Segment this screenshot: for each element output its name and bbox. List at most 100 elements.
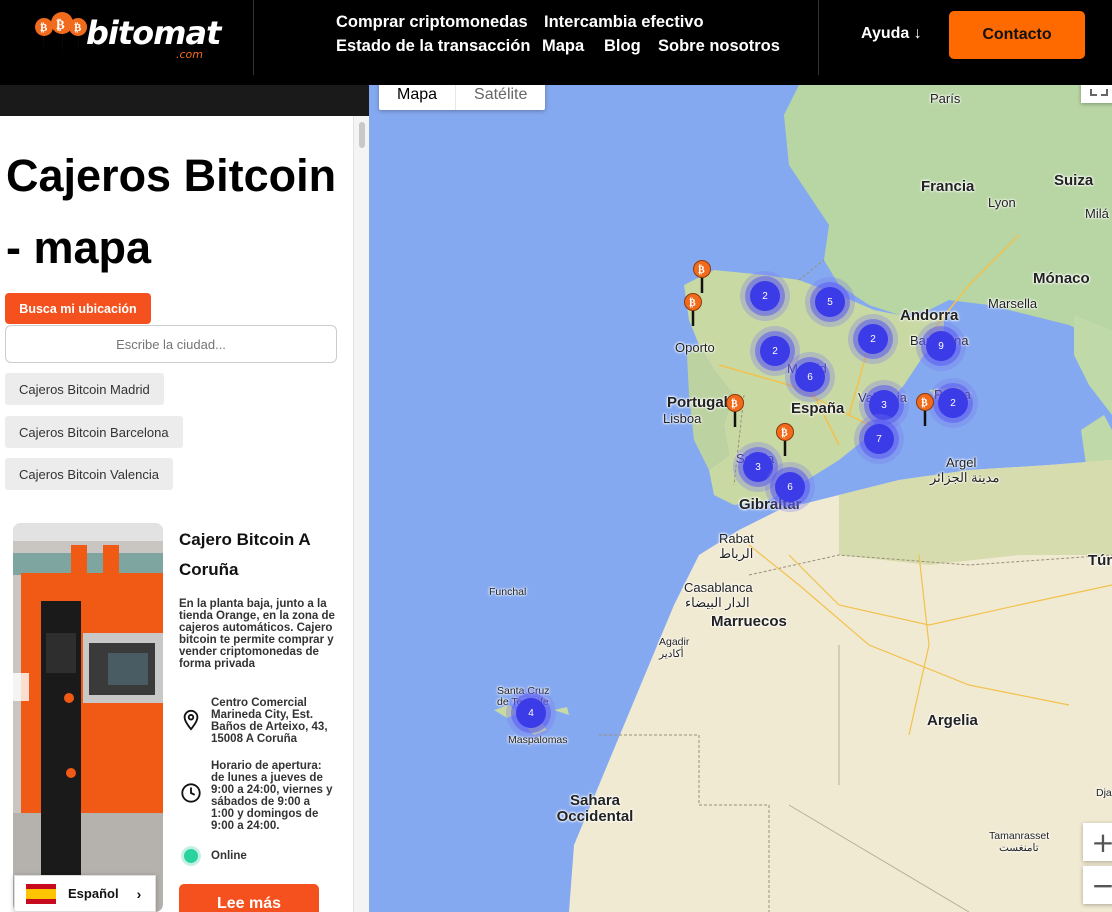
nav-sobre[interactable]: Sobre nosotros (658, 37, 780, 56)
header-divider (818, 0, 819, 75)
page-title: Cajeros Bitcoin - mapa (6, 140, 346, 284)
atm-hours: Horario de apertura: de lunes a jueves d… (211, 760, 336, 832)
atm-cluster[interactable]: 2 (760, 336, 790, 366)
nav-blog[interactable]: Blog (604, 37, 641, 56)
map-label-portugal: Portugal (667, 394, 728, 411)
atm-map[interactable]: París Francia Suiza Lyon Milá Mónaco Mar… (369, 85, 1112, 912)
map-label-casablanca-ar: الدار البيضاء (685, 595, 750, 611)
map-label-dja: Dja (1096, 787, 1112, 799)
atm-cluster[interactable]: 6 (795, 362, 825, 392)
atm-sidebar: Cajeros Bitcoin - mapa Busca mi ubicació… (0, 85, 369, 912)
zoom-in-button[interactable]: + (1083, 823, 1112, 861)
scroll-thumb[interactable] (359, 122, 365, 148)
map-label-marruecos: Marruecos (711, 613, 787, 630)
nav-mapa[interactable]: Mapa (542, 37, 584, 56)
bitcoin-atm-pin-icon[interactable]: ₿ (775, 423, 795, 457)
map-label-marsella: Marsella (988, 296, 1037, 311)
read-more-button[interactable]: Lee más (179, 884, 319, 912)
chip-valencia[interactable]: Cajeros Bitcoin Valencia (5, 458, 173, 490)
map-type-control: Mapa Satélite (379, 85, 545, 110)
fullscreen-button[interactable] (1081, 85, 1112, 103)
logo-pins-icon: ₿ ₿ ₿ (34, 12, 94, 62)
bitcoin-atm-pin-icon[interactable]: ₿ (725, 394, 745, 428)
atm-cluster[interactable]: 6 (775, 472, 805, 502)
atm-description: En la planta baja, junto a la tienda Ora… (179, 598, 339, 670)
map-label-monaco: Mónaco (1033, 270, 1090, 287)
bitcoin-atm-pin-icon[interactable]: ₿ (915, 393, 935, 427)
nav-comprar[interactable]: Comprar criptomonedas (336, 13, 528, 32)
atm-cluster[interactable]: 3 (743, 452, 773, 482)
map-label-casablanca: Casablanca (684, 580, 753, 595)
status-dot (184, 849, 198, 863)
map-label-rabat: Rabat (719, 531, 754, 546)
map-label-argel: Argel (946, 455, 976, 470)
svg-text:₿: ₿ (781, 427, 788, 439)
atm-cluster[interactable]: 7 (864, 424, 894, 454)
bitcoin-atm-pin-icon[interactable]: ₿ (692, 260, 712, 294)
atm-photo[interactable] (13, 523, 163, 912)
language-selector[interactable]: Español › (14, 875, 156, 912)
atm-cluster[interactable]: 5 (815, 287, 845, 317)
location-pin-icon (180, 709, 202, 731)
map-label-paris: París (930, 91, 960, 106)
nav-estado[interactable]: Estado de la transacción (336, 37, 530, 56)
sidebar-scrollbar[interactable] (353, 116, 369, 912)
map-label-tun: Tún (1088, 552, 1112, 569)
atm-cluster[interactable]: 2 (938, 388, 968, 418)
map-label-funchal: Funchal (489, 586, 526, 598)
svg-text:₿: ₿ (698, 264, 705, 276)
language-label: Español (68, 886, 119, 901)
map-label-lyon: Lyon (988, 195, 1016, 210)
chevron-right-icon: › (137, 886, 142, 902)
svg-text:₿: ₿ (921, 397, 928, 409)
svg-text:₿: ₿ (689, 297, 696, 309)
map-label-argel-ar: مدينة الجزائر (930, 470, 999, 486)
atm-cluster[interactable]: 2 (858, 324, 888, 354)
map-label-sahara: Sahara Occidental (555, 793, 635, 825)
site-header: ₿ ₿ ₿ bitomat .com Comprar criptomonedas… (0, 0, 1112, 85)
atm-cluster[interactable]: 4 (516, 698, 546, 728)
atm-cluster[interactable]: 2 (750, 281, 780, 311)
atm-address: Centro Comercial Marineda City, Est. Bañ… (211, 697, 336, 745)
map-label-espana: España (791, 400, 844, 417)
contact-button[interactable]: Contacto (949, 11, 1085, 59)
spain-flag-icon (26, 884, 56, 904)
chip-barcelona[interactable]: Cajeros Bitcoin Barcelona (5, 416, 183, 448)
map-label-mila: Milá (1085, 206, 1109, 221)
map-label-tamanrasset-ar: تامنغست (999, 842, 1039, 854)
svg-text:₿: ₿ (56, 18, 65, 33)
brand-name: bitomat (86, 14, 220, 52)
atm-status: Online (211, 850, 247, 862)
bitomat-logo[interactable]: ₿ ₿ ₿ bitomat .com (34, 12, 224, 62)
bitcoin-atm-pin-icon[interactable]: ₿ (683, 293, 703, 327)
map-label-agadir: Agadir (659, 636, 689, 648)
map-label-oporto: Oporto (675, 340, 715, 355)
svg-text:₿: ₿ (74, 21, 82, 34)
map-label-agadir-ar: أكادير (659, 648, 684, 660)
map-label-rabat-ar: الرباط (719, 546, 753, 562)
atm-cluster[interactable]: 3 (869, 390, 899, 420)
atm-name[interactable]: Cajero Bitcoin A Coruña (179, 525, 344, 585)
locate-me-button[interactable]: Busca mi ubicación (5, 293, 151, 324)
map-label-tamanrasset: Tamanrasset (989, 830, 1049, 842)
map-type-satellite[interactable]: Satélite (455, 85, 545, 110)
map-label-andorra: Andorra (900, 307, 958, 324)
zoom-out-button[interactable]: − (1083, 866, 1112, 904)
map-label-argelia: Argelia (927, 712, 978, 729)
help-dropdown[interactable]: Ayuda ↓ (861, 25, 922, 43)
header-divider (253, 0, 254, 75)
fullscreen-icon (1081, 85, 1112, 103)
svg-text:₿: ₿ (40, 21, 48, 34)
sidebar-topbar (0, 85, 369, 116)
map-type-map[interactable]: Mapa (379, 85, 455, 110)
brand-suffix: .com (176, 48, 203, 61)
city-search-input[interactable] (5, 325, 337, 363)
atm-cluster[interactable]: 9 (926, 331, 956, 361)
clock-icon (180, 782, 202, 804)
map-label-francia: Francia (921, 178, 974, 195)
map-label-suiza: Suiza (1054, 172, 1093, 189)
map-label-maspalomas: Maspalomas (508, 734, 568, 746)
nav-intercambia[interactable]: Intercambia efectivo (544, 13, 704, 32)
svg-text:₿: ₿ (731, 398, 738, 410)
chip-madrid[interactable]: Cajeros Bitcoin Madrid (5, 373, 164, 405)
